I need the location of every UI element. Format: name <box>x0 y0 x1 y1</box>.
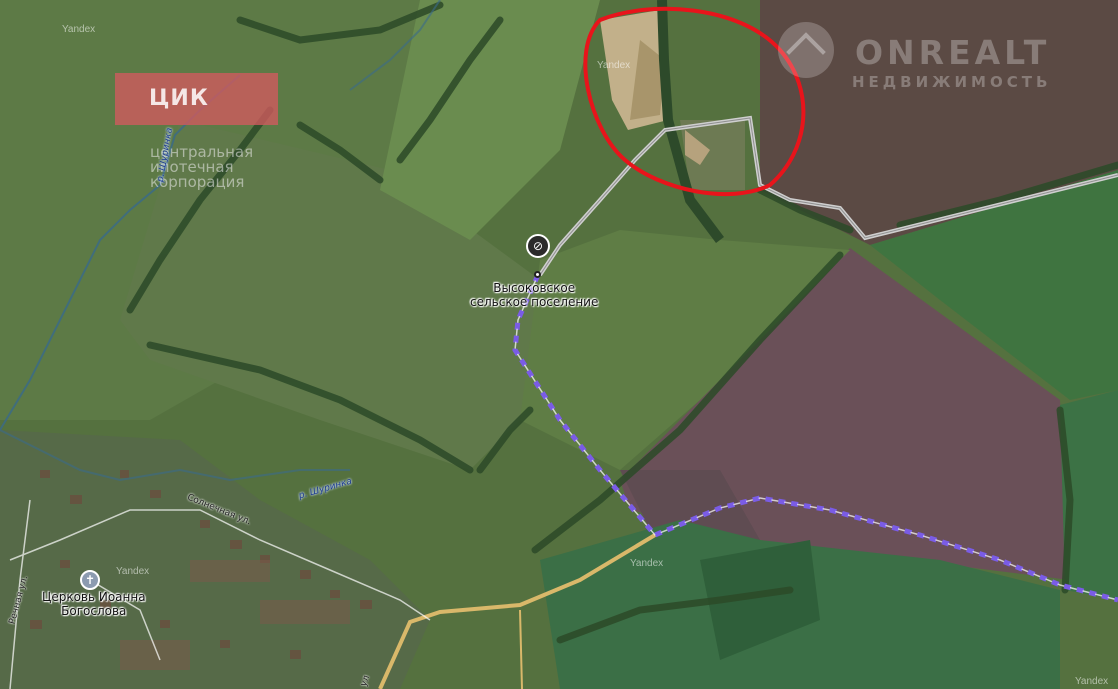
yandex-watermark: Yandex <box>1075 676 1109 687</box>
onrealt-logo-subtitle: НЕДВИЖИМОСТЬ <box>852 73 1052 91</box>
yandex-watermark: Yandex <box>630 558 664 569</box>
yandex-watermark: Yandex <box>62 24 96 35</box>
onrealt-logo-text: ONREALT <box>855 33 1051 72</box>
church-label[interactable]: Церковь Иоанна Богослова <box>42 590 146 618</box>
cik-logo-text: ЦИК <box>149 86 209 111</box>
onrealt-logo-icon <box>778 22 834 78</box>
church-cross-icon[interactable]: ✝ <box>80 570 100 590</box>
settlement-label[interactable]: Высоковское сельское поселение <box>470 281 598 309</box>
settlement-pin-icon[interactable]: ⊘ <box>526 234 550 258</box>
settlement-point <box>534 271 541 278</box>
yandex-watermark: Yandex <box>597 60 631 71</box>
map-view[interactable]: ЦИК центральная ипотечная корпорация ONR… <box>0 0 1118 689</box>
yandex-watermark: Yandex <box>116 566 150 577</box>
